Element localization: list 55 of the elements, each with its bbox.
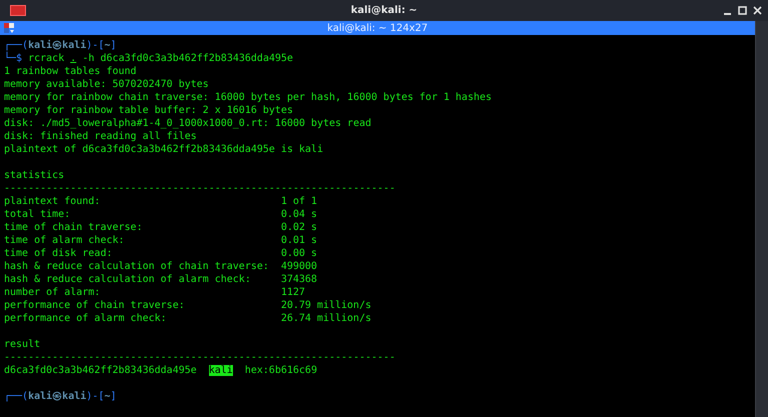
prompt-bracket: ] xyxy=(110,391,116,402)
scrollbar[interactable] xyxy=(755,21,768,417)
stat-label: hash & reduce calculation of chain traverse: xyxy=(4,260,270,273)
output-line: 1 rainbow tables found xyxy=(4,66,136,77)
prompt-bracket: )-[ xyxy=(86,40,104,51)
separator-line: ----------------------------------------------------------------- xyxy=(4,183,396,194)
output-line: plaintext of d6ca3fd0c3a3b462ff2b83436dda495e is kali xyxy=(4,144,324,155)
command-argument: d6ca3fd0c3a3b462ff2b83436dda495e xyxy=(100,53,294,64)
prompt-bracket: ] xyxy=(110,40,116,51)
prompt-user: kali㉿kali xyxy=(28,391,86,402)
stat-value: 0.04 s xyxy=(280,209,318,220)
stat-value: 1127 xyxy=(280,287,306,298)
stat-value: 20.79 million/s xyxy=(280,300,372,311)
result-plaintext: kali xyxy=(208,365,233,376)
prompt-line-drawing: └─$ xyxy=(4,53,22,64)
stat-value: 1 of 1 xyxy=(280,196,318,207)
stat-label: number of alarm: xyxy=(4,286,102,299)
command-argument: . xyxy=(70,53,76,64)
section-heading: statistics xyxy=(4,170,64,181)
stat-label: time of alarm check: xyxy=(4,234,126,247)
stat-label: plaintext found: xyxy=(4,195,102,208)
output-line: disk: finished reading all files xyxy=(4,131,197,142)
output-line: memory for rainbow chain traverse: 16000 bytes per hash, 16000 bytes for 1 hashes xyxy=(4,92,492,103)
maximize-icon[interactable] xyxy=(738,6,747,15)
stat-label: hash & reduce calculation of alarm check: xyxy=(4,273,252,286)
stat-label: total time: xyxy=(4,208,72,221)
output-line: memory for rainbow table buffer: 2 x 16016 bytes xyxy=(4,105,293,116)
stat-value: 0.02 s xyxy=(280,222,318,233)
prompt-bracket: )-[ xyxy=(86,391,104,402)
stat-label: time of disk read: xyxy=(4,247,114,260)
stat-value: 374368 xyxy=(280,274,318,285)
stat-value: 0.00 s xyxy=(280,248,318,259)
prompt-directory: ~ xyxy=(104,40,110,51)
result-hash: d6ca3fd0c3a3b462ff2b83436dda495e xyxy=(4,365,197,376)
section-heading: result xyxy=(4,339,40,350)
stat-value: 499000 xyxy=(280,261,318,272)
prompt-line-drawing: ┌──( xyxy=(4,40,28,51)
terminal-app-icon[interactable] xyxy=(4,22,15,34)
prompt-line-drawing: ┌──( xyxy=(4,391,28,402)
prompt-directory: ~ xyxy=(104,391,110,402)
close-icon[interactable] xyxy=(753,6,762,15)
stat-label: performance of chain traverse: xyxy=(4,299,186,312)
output-line: disk: ./md5_loweralpha#1-4_0_1000x1000_0.rt: 16000 bytes read xyxy=(4,118,372,129)
window-title: kali@kali: ~ xyxy=(350,5,418,16)
result-hex: hex:6b616c69 xyxy=(244,365,318,376)
stat-value: 26.74 million/s xyxy=(280,313,372,324)
command-name: rcrack xyxy=(28,53,64,64)
prompt-user: kali㉿kali xyxy=(28,40,86,51)
stat-label: time of chain traverse: xyxy=(4,221,144,234)
option-text: -h xyxy=(82,53,94,64)
stat-value: 0.01 s xyxy=(280,235,318,246)
output-line: memory available: 5070202470 bytes xyxy=(4,79,209,90)
terminal-title: kali@kali: ~ 124x27 xyxy=(327,22,428,34)
stat-label: performance of alarm check: xyxy=(4,312,168,325)
separator-line: ----------------------------------------------------------------- xyxy=(4,352,396,363)
